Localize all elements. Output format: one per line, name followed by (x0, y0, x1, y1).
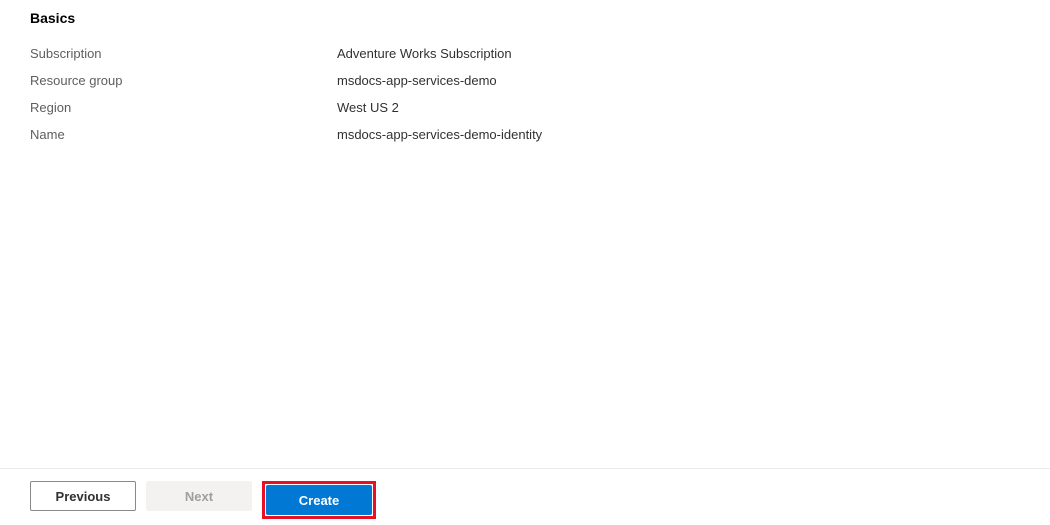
wizard-footer: Previous Next Create (0, 468, 1050, 525)
property-list: Subscription Adventure Works Subscriptio… (30, 40, 542, 148)
property-value-subscription: Adventure Works Subscription (337, 40, 542, 67)
create-button-highlight: Create (262, 481, 376, 519)
review-section: Basics Subscription Adventure Works Subs… (0, 0, 1050, 148)
property-value-name: msdocs-app-services-demo-identity (337, 121, 542, 148)
property-value-region: West US 2 (337, 94, 542, 121)
property-value-resource-group: msdocs-app-services-demo (337, 67, 542, 94)
property-label-region: Region (30, 94, 337, 121)
property-label-subscription: Subscription (30, 40, 337, 67)
property-row: Subscription Adventure Works Subscriptio… (30, 40, 542, 67)
section-heading: Basics (30, 10, 1020, 26)
property-label-resource-group: Resource group (30, 67, 337, 94)
property-row: Name msdocs-app-services-demo-identity (30, 121, 542, 148)
property-row: Resource group msdocs-app-services-demo (30, 67, 542, 94)
previous-button[interactable]: Previous (30, 481, 136, 511)
create-button[interactable]: Create (266, 485, 372, 515)
property-row: Region West US 2 (30, 94, 542, 121)
property-label-name: Name (30, 121, 337, 148)
next-button: Next (146, 481, 252, 511)
